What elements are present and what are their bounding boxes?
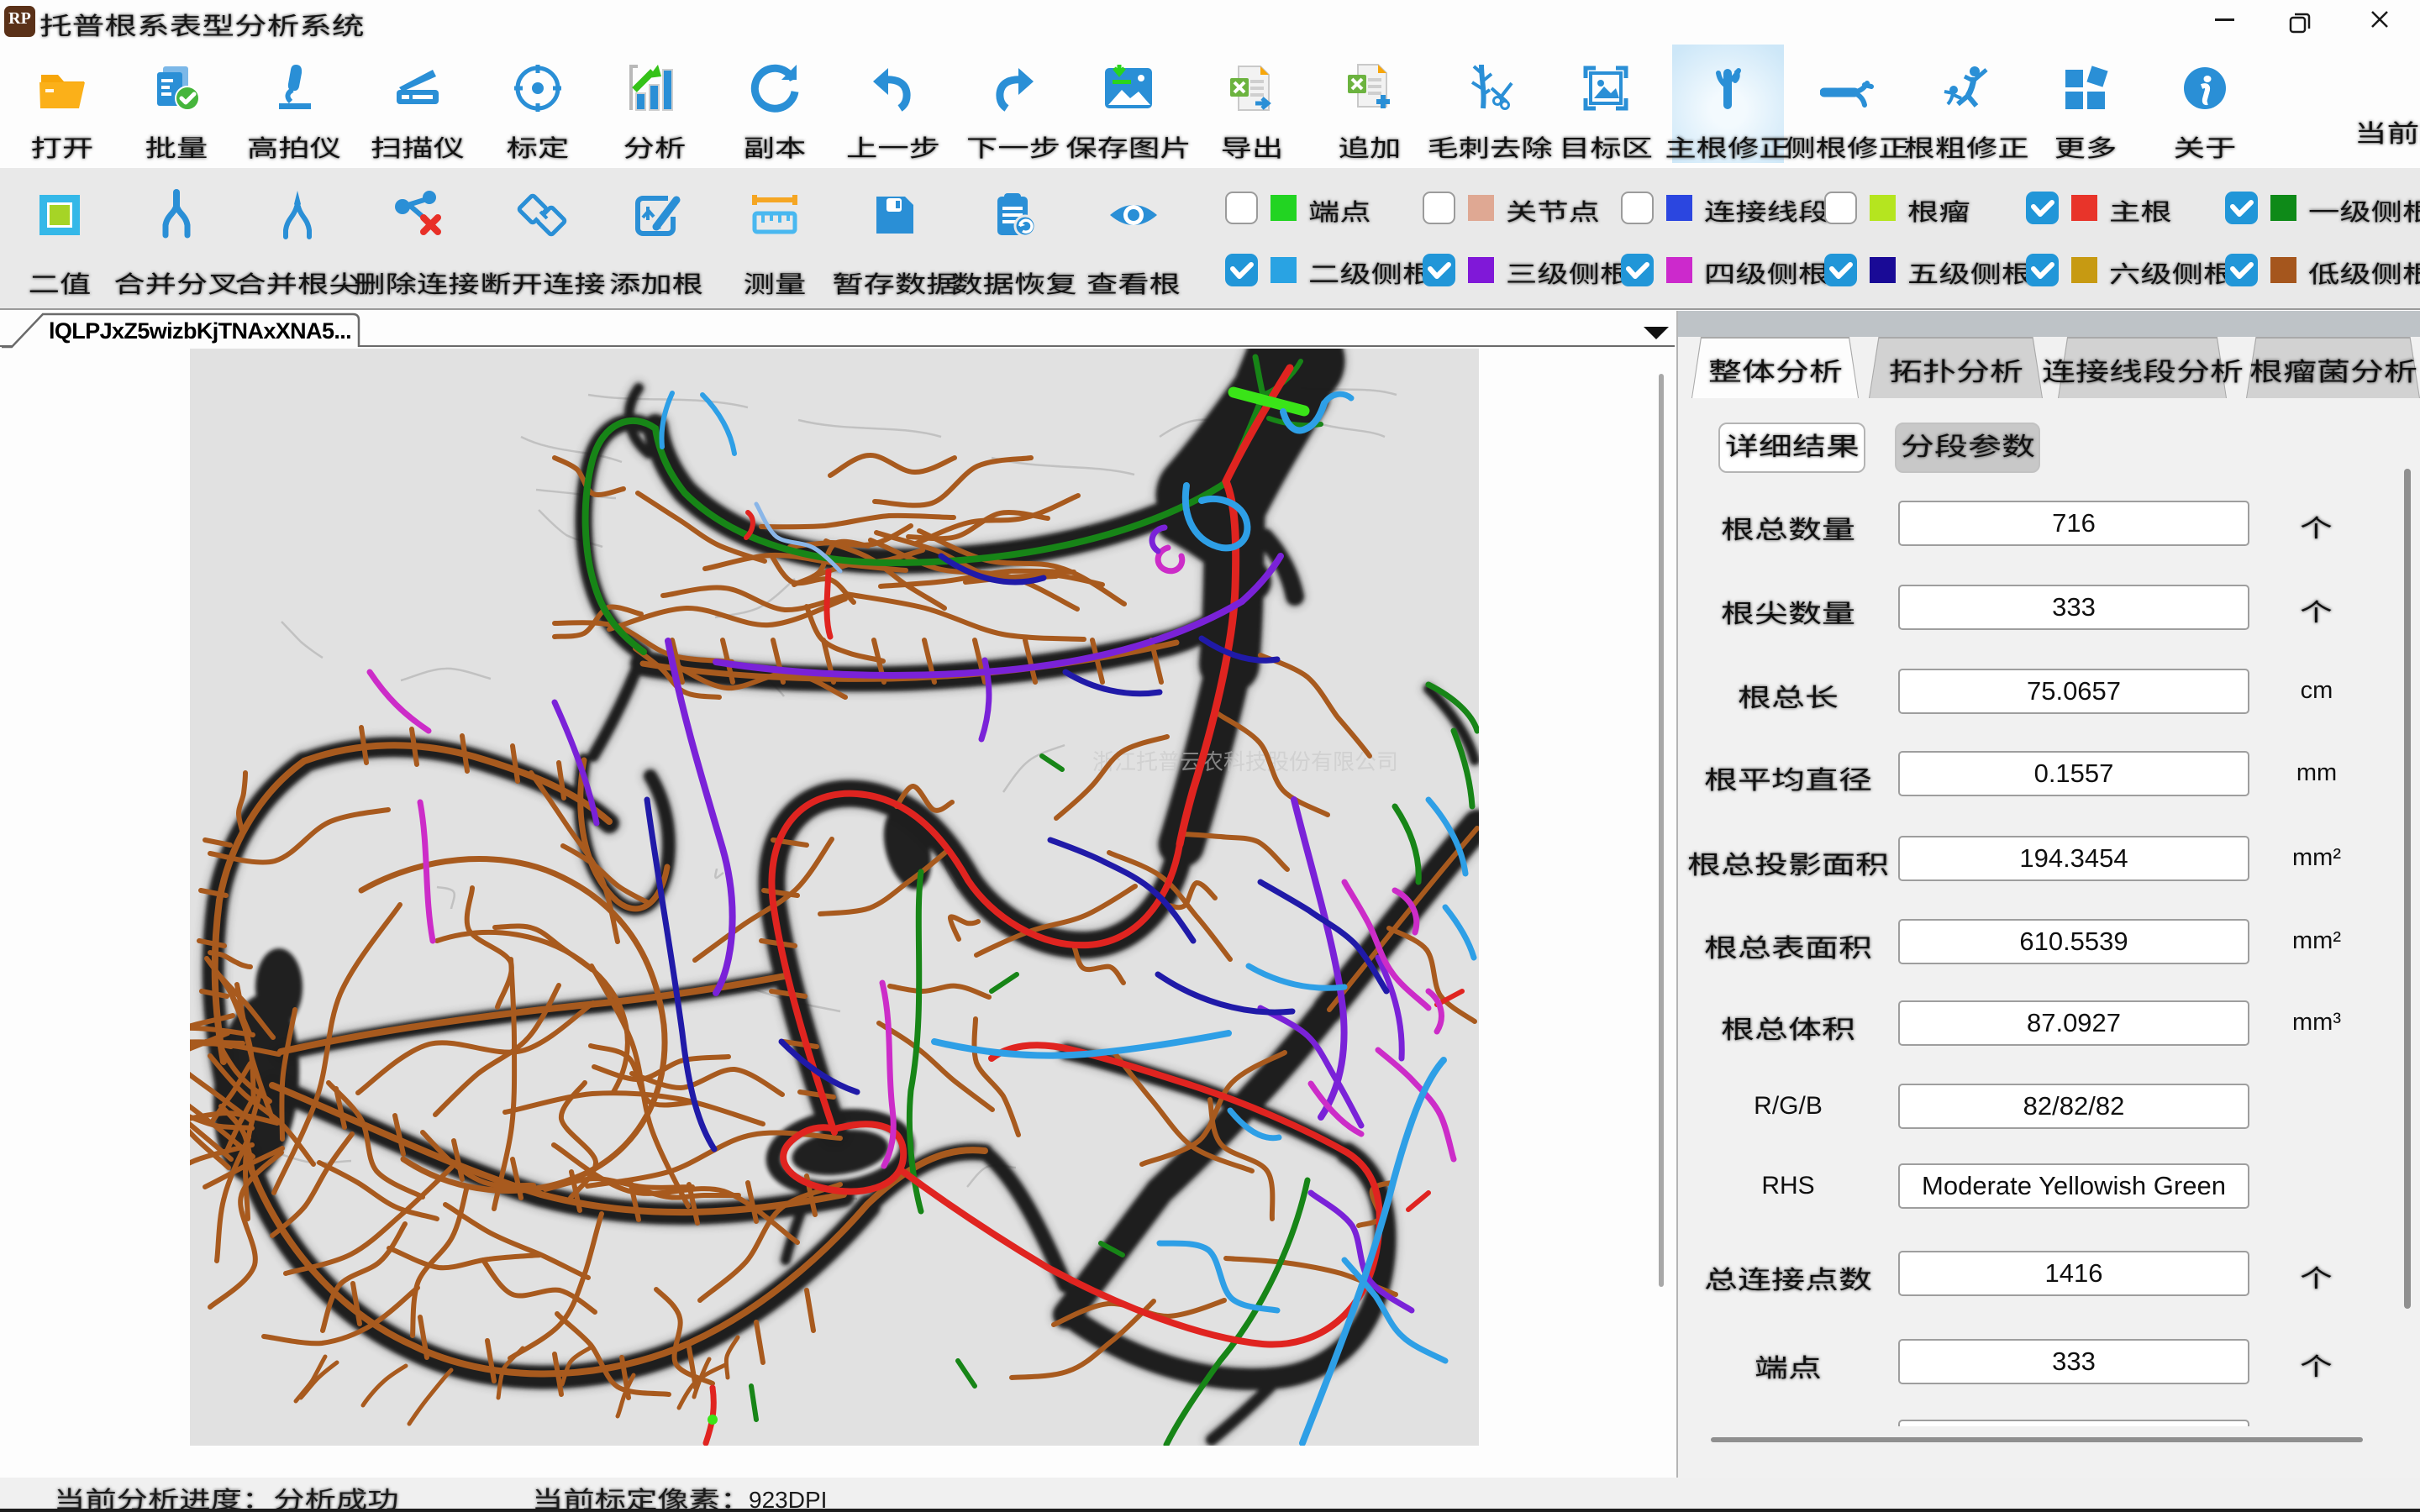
svg-text:浙江托普云农科技股份有限公司: 浙江托普云农科技股份有限公司 bbox=[1092, 749, 1398, 774]
